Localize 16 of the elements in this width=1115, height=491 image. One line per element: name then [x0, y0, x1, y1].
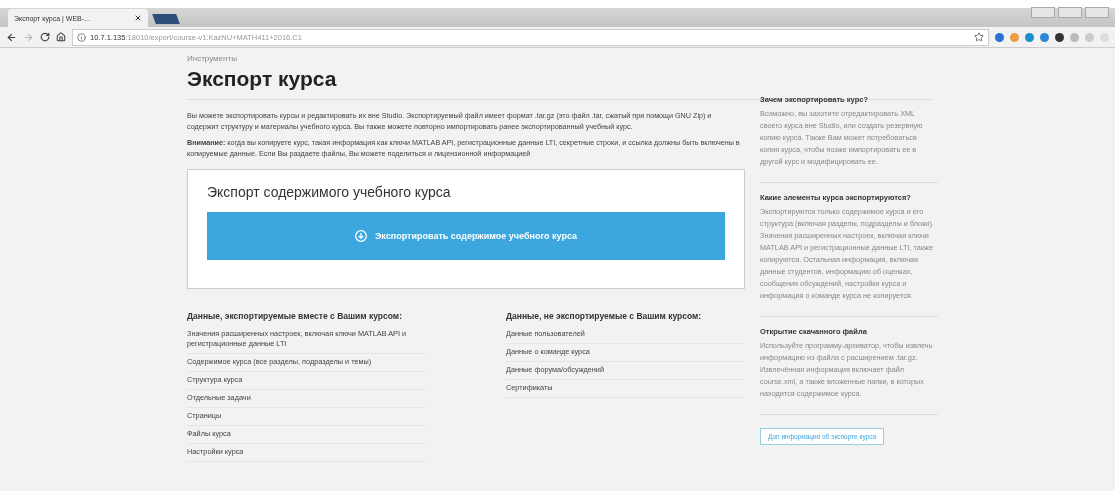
- card-title: Экспорт содержимого учебного курса: [207, 184, 452, 200]
- page-title: Экспорт курса: [187, 67, 338, 91]
- list-heading: Данные, экспортируемые вместе с Вашим курсом:: [187, 311, 403, 321]
- star-icon[interactable]: [974, 32, 984, 42]
- list-heading: Данные, не экспортируемые с Вашим курсом:: [506, 311, 703, 321]
- close-icon[interactable]: [134, 14, 142, 22]
- info-icon: [77, 32, 86, 42]
- window-button[interactable]: [1085, 7, 1109, 18]
- reload-icon[interactable]: [40, 32, 50, 42]
- home-icon[interactable]: [56, 32, 66, 42]
- breadcrumb: Инструменты: [187, 54, 238, 63]
- download-icon: [354, 230, 367, 242]
- back-icon[interactable]: [6, 31, 17, 43]
- window-button[interactable]: [1058, 7, 1082, 18]
- new-tab-button[interactable]: [152, 14, 180, 24]
- window-button[interactable]: [1031, 7, 1055, 18]
